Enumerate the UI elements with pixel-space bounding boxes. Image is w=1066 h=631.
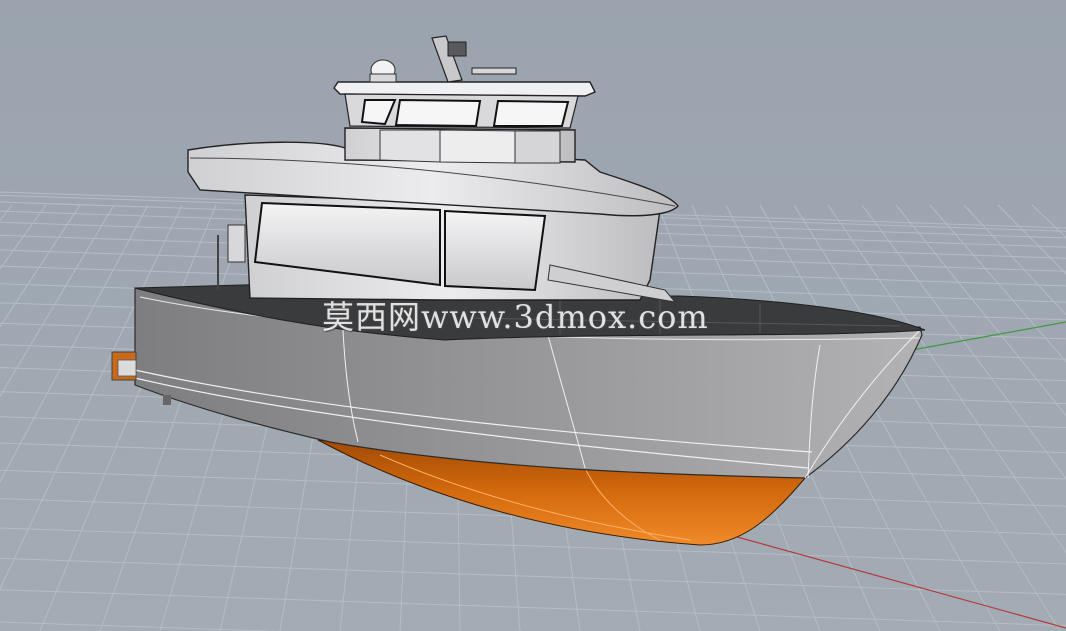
cabin-rail [227,224,246,263]
perspective-viewport[interactable]: 莫西网www.3dmox.com [0,0,1066,631]
viewport-canvas[interactable] [0,0,1066,631]
radar-antenna [471,67,517,75]
grid-line [0,589,1066,627]
stern-step [117,359,137,377]
cabin-window[interactable] [444,209,547,292]
y-axis-line [911,321,1066,351]
wheelhouse-window[interactable] [379,129,441,163]
boat-model[interactable] [111,35,926,546]
x-axis-line [729,534,1066,629]
radar-dome-base [369,73,397,83]
grid-line [0,204,115,398]
flybridge-window[interactable] [492,99,570,127]
grid-line [963,204,1066,316]
mast-equipment [447,41,467,57]
flybridge-window[interactable] [394,98,482,128]
grid-line [39,204,217,631]
grid-line [99,204,251,631]
wheelhouse-window[interactable] [514,130,561,164]
propeller-stub [163,395,171,405]
wheelhouse-window[interactable] [439,129,516,164]
grid-line [0,527,1066,565]
